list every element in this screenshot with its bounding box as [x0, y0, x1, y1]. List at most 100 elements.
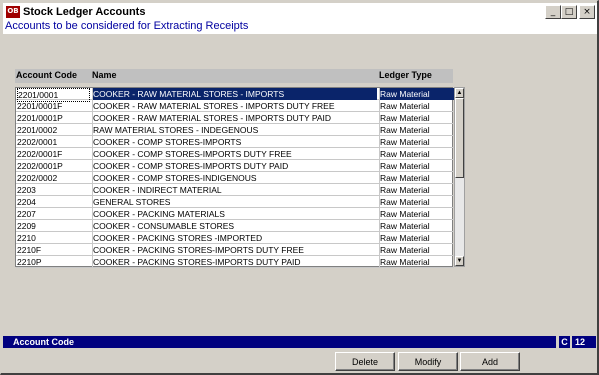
app-window: OB Stock Ledger Accounts _ □ × Accounts …: [0, 0, 599, 375]
maximize-icon[interactable]: □: [561, 5, 577, 19]
grid-header: Account Code Name Ledger Type: [15, 69, 453, 83]
scroll-down-icon[interactable]: ▼: [455, 256, 464, 266]
status-count: 12: [572, 336, 596, 348]
account-code-cell[interactable]: 2201/0002: [17, 124, 90, 136]
table-row[interactable]: 2210F COOKER - PACKING STORES-IMPORTS DUT…: [16, 244, 454, 256]
table-row[interactable]: 2204 GENERAL STORES Raw Material: [16, 196, 454, 208]
accounts-grid[interactable]: 2201/0001 COOKER - RAW MATERIAL STORES - …: [15, 87, 454, 268]
table-row[interactable]: 2202/0002 COOKER - COMP STORES-INDIGENOUS…: [16, 172, 454, 184]
column-divider: [379, 88, 380, 100]
account-code-cell[interactable]: 2202/0001: [17, 136, 90, 148]
name-cell[interactable]: COOKER - INDIRECT MATERIAL: [93, 184, 377, 196]
column-divider: [92, 184, 93, 196]
vertical-scrollbar[interactable]: ▲ ▼: [454, 87, 465, 267]
column-divider: [92, 232, 93, 244]
name-cell[interactable]: COOKER - COMP STORES-IMPORTS: [93, 136, 377, 148]
account-code-cell[interactable]: 2204: [17, 196, 90, 208]
name-cell[interactable]: COOKER - RAW MATERIAL STORES - IMPORTS D…: [93, 112, 377, 124]
column-header-ledger-type[interactable]: Ledger Type: [379, 70, 432, 80]
column-divider: [379, 196, 380, 208]
table-row[interactable]: 2203 COOKER - INDIRECT MATERIAL Raw Materi…: [16, 184, 454, 196]
ledger-type-cell[interactable]: Raw Material: [380, 100, 454, 112]
name-cell[interactable]: COOKER - RAW MATERIAL STORES - IMPORTS: [93, 88, 377, 100]
table-row[interactable]: 2202/0001F COOKER - COMP STORES-IMPORTS D…: [16, 148, 454, 160]
ledger-type-cell[interactable]: Raw Material: [380, 232, 454, 244]
account-code-cell[interactable]: 2202/0001F: [17, 148, 90, 160]
name-cell[interactable]: COOKER - PACKING MATERIALS: [93, 208, 377, 220]
ledger-type-cell[interactable]: Raw Material: [380, 172, 454, 184]
table-row[interactable]: 2202/0001P COOKER - COMP STORES-IMPORTS D…: [16, 160, 454, 172]
ledger-type-cell[interactable]: Raw Material: [380, 160, 454, 172]
ledger-type-cell[interactable]: Raw Material: [380, 148, 454, 160]
ledger-type-cell[interactable]: Raw Material: [380, 112, 454, 124]
account-code-cell[interactable]: 2203: [17, 184, 90, 196]
column-divider: [379, 220, 380, 232]
table-row[interactable]: 2210P COOKER - PACKING STORES-IMPORTS DUT…: [16, 256, 454, 268]
table-row[interactable]: 2201/0001P COOKER - RAW MATERIAL STORES -…: [16, 112, 454, 124]
column-divider: [379, 232, 380, 244]
column-header-account-code[interactable]: Account Code: [16, 70, 77, 80]
table-row[interactable]: 2207 COOKER - PACKING MATERIALS Raw Materi…: [16, 208, 454, 220]
delete-button[interactable]: Delete: [335, 352, 395, 371]
ledger-type-cell[interactable]: Raw Material: [380, 256, 454, 268]
account-code-cell[interactable]: 2207: [17, 208, 90, 220]
column-divider: [379, 148, 380, 160]
window-controls: _ □ ×: [545, 5, 595, 19]
scroll-thumb[interactable]: [455, 98, 464, 178]
account-code-cell[interactable]: 2201/0001P: [17, 112, 90, 124]
column-divider: [379, 136, 380, 148]
ledger-type-cell[interactable]: Raw Material: [380, 88, 454, 100]
account-code-cell[interactable]: 2210: [17, 232, 90, 244]
name-cell[interactable]: COOKER - RAW MATERIAL STORES - IMPORTS D…: [93, 100, 377, 112]
table-row[interactable]: 2201/0002 RAW MATERIAL STORES - INDEGENOU…: [16, 124, 454, 136]
column-divider: [379, 172, 380, 184]
ledger-type-cell[interactable]: Raw Material: [380, 196, 454, 208]
table-row[interactable]: 2210 COOKER - PACKING STORES -IMPORTED Raw…: [16, 232, 454, 244]
status-label: Account Code: [13, 337, 75, 347]
table-row[interactable]: 2201/0001 COOKER - RAW MATERIAL STORES - …: [16, 88, 454, 102]
column-divider: [379, 256, 380, 268]
table-row[interactable]: 2202/0001 COOKER - COMP STORES-IMPORTS Raw…: [16, 136, 454, 148]
account-code-cell[interactable]: 2210F: [17, 244, 90, 256]
account-code-cell[interactable]: 2202/0001P: [17, 160, 90, 172]
column-header-name[interactable]: Name: [92, 70, 117, 80]
header-strip: Accounts to be considered for Extracting…: [3, 20, 597, 34]
ledger-type-cell[interactable]: Raw Material: [380, 124, 454, 136]
name-cell[interactable]: COOKER - COMP STORES-IMPORTS DUTY FREE: [93, 148, 377, 160]
ledger-type-cell[interactable]: Raw Material: [380, 220, 454, 232]
ledger-type-cell[interactable]: Raw Material: [380, 208, 454, 220]
table-row[interactable]: 2209 COOKER - CONSUMABLE STORES Raw Materi…: [16, 220, 454, 232]
modify-button[interactable]: Modify: [398, 352, 458, 371]
name-cell[interactable]: RAW MATERIAL STORES - INDEGENOUS: [93, 124, 377, 136]
column-divider: [92, 244, 93, 256]
column-divider: [379, 112, 380, 124]
name-cell[interactable]: COOKER - PACKING STORES-IMPORTS DUTY PAI…: [93, 256, 377, 268]
account-code-cell[interactable]: 2202/0002: [17, 172, 90, 184]
name-cell[interactable]: COOKER - PACKING STORES -IMPORTED: [93, 232, 377, 244]
account-code-cell[interactable]: 2209: [17, 220, 90, 232]
window-title: Stock Ledger Accounts: [23, 5, 146, 18]
ledger-type-cell[interactable]: Raw Material: [380, 184, 454, 196]
column-divider: [92, 196, 93, 208]
name-cell[interactable]: COOKER - COMP STORES-IMPORTS DUTY PAID: [93, 160, 377, 172]
column-divider: [92, 112, 93, 124]
name-cell[interactable]: COOKER - COMP STORES-INDIGENOUS: [93, 172, 377, 184]
column-divider: [92, 136, 93, 148]
ledger-type-cell[interactable]: Raw Material: [380, 244, 454, 256]
column-divider: [92, 88, 93, 100]
close-icon[interactable]: ×: [579, 5, 595, 19]
column-divider: [92, 100, 93, 112]
column-divider: [379, 208, 380, 220]
add-button[interactable]: Add: [460, 352, 520, 371]
minimize-icon[interactable]: _: [545, 5, 561, 19]
table-row[interactable]: 2201/0001F COOKER - RAW MATERIAL STORES -…: [16, 100, 454, 112]
name-cell[interactable]: GENERAL STORES: [93, 196, 377, 208]
account-code-cell[interactable]: 2201/0001F: [17, 100, 90, 112]
ledger-type-cell[interactable]: Raw Material: [380, 136, 454, 148]
name-cell[interactable]: COOKER - PACKING STORES-IMPORTS DUTY FRE…: [93, 244, 377, 256]
scroll-up-icon[interactable]: ▲: [455, 88, 464, 98]
column-divider: [92, 208, 93, 220]
account-code-cell[interactable]: 2210P: [17, 256, 90, 268]
column-divider: [379, 124, 380, 136]
name-cell[interactable]: COOKER - CONSUMABLE STORES: [93, 220, 377, 232]
